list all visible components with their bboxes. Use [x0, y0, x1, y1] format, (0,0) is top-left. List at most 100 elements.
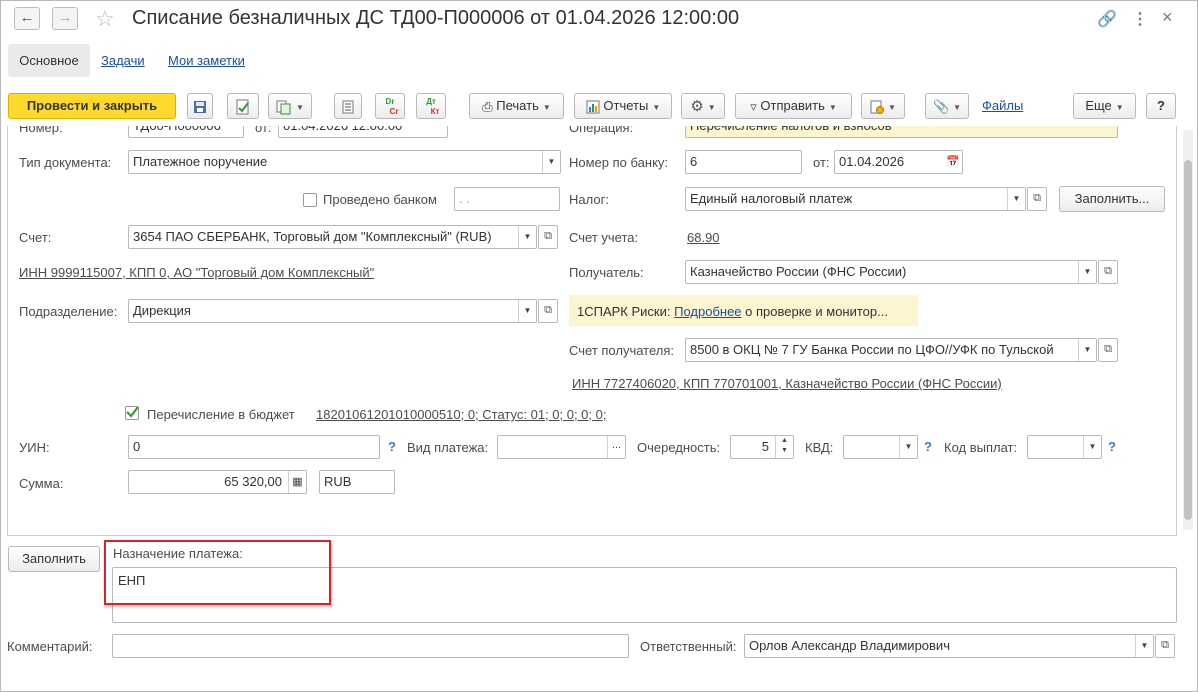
reports-button[interactable]: Отчеты ▼	[574, 93, 672, 119]
tax-value: Единый налоговый платеж	[690, 191, 853, 206]
attach-button[interactable]: 📎 ▼	[925, 93, 969, 119]
kvd-select[interactable]: ▼	[843, 435, 918, 459]
department-label: Подразделение:	[19, 304, 118, 319]
bank-number-label: Номер по банку:	[569, 155, 669, 170]
priority-stepper[interactable]: 5 ▲ ▼	[730, 435, 794, 459]
fill-purpose-button[interactable]: Заполнить	[8, 546, 100, 572]
dt-kt-button[interactable]: Dr Cr	[375, 93, 405, 119]
responsible-select[interactable]: Орлов Александр Владимирович ▼	[744, 634, 1154, 658]
post-and-close-button[interactable]: Провести и закрыть	[8, 93, 176, 119]
files-link[interactable]: Файлы	[982, 98, 1023, 113]
conducted-date-value: . .	[459, 191, 470, 206]
spark-suffix: о проверке и монитор...	[745, 304, 888, 319]
open-icon[interactable]: ⧉	[1027, 187, 1047, 211]
responsible-value: Орлов Александр Владимирович	[749, 638, 950, 653]
send-button[interactable]: ▿ Отправить ▼	[735, 93, 852, 119]
dropdown-arrow-icon[interactable]: ▼	[1135, 635, 1153, 657]
org-inn-link[interactable]: ИНН 9999115007, КПП 0, АО "Торговый дом …	[19, 265, 374, 281]
more-button[interactable]: Еще ▼	[1073, 93, 1136, 119]
doc-type-select[interactable]: Платежное поручение ▼	[128, 150, 561, 174]
post-document-icon	[236, 99, 249, 115]
forward-button[interactable]: →	[52, 7, 78, 30]
spark-details-link[interactable]: Подробнее	[674, 304, 741, 319]
fill-tax-button[interactable]: Заполнить...	[1059, 186, 1165, 212]
more-icon[interactable]: ⋮	[1132, 9, 1148, 29]
ellipsis-icon[interactable]: ...	[607, 436, 625, 458]
account-select[interactable]: 3654 ПАО СБЕРБАНК, Торговый дом "Комплек…	[128, 225, 537, 249]
accounting-label: Счет учета:	[569, 230, 639, 245]
conducted-checkbox[interactable]	[303, 193, 317, 207]
comment-input[interactable]	[112, 634, 629, 658]
scrollbar-thumb[interactable]	[1184, 160, 1192, 520]
tab-main[interactable]: Основное	[8, 44, 90, 77]
conducted-date-input[interactable]: . .	[454, 187, 560, 211]
back-button[interactable]: ←	[14, 7, 40, 30]
sum-label: Сумма:	[19, 476, 64, 491]
pay-code-help-icon[interactable]: ?	[1108, 439, 1116, 454]
open-icon[interactable]: ⧉	[538, 225, 558, 249]
pay-code-select[interactable]: ▼	[1027, 435, 1102, 459]
operation-select[interactable]: Перечисление налогов и взносов	[685, 126, 1118, 138]
kt-label: Кт	[430, 107, 440, 116]
dropdown-arrow-icon[interactable]: ▼	[1078, 339, 1096, 361]
calculator-icon[interactable]: ▦	[288, 471, 306, 493]
budget-details-link[interactable]: 18201061201010000510; 0; Статус: 01; 0; …	[316, 407, 606, 423]
dropdown-arrow-icon[interactable]: ▼	[518, 300, 536, 322]
favorite-star-icon[interactable]: ☆	[95, 6, 115, 32]
sum-input[interactable]: 65 320,00 ▦	[128, 470, 307, 494]
tax-select[interactable]: Единый налоговый платеж ▼	[685, 187, 1026, 211]
dropdown-arrow-icon[interactable]: ▼	[1083, 436, 1101, 458]
print-button[interactable]: ⎙ Печать ▼	[469, 93, 564, 119]
stepper-arrows-icon[interactable]: ▲ ▼	[775, 436, 793, 458]
recipient-select[interactable]: Казначейство России (ФНС России) ▼	[685, 260, 1097, 284]
dropdown-arrow-icon[interactable]: ▼	[542, 151, 560, 173]
recipient-account-select[interactable]: 8500 в ОКЦ № 7 ГУ Банка России по ЦФО//У…	[685, 338, 1097, 362]
uin-input[interactable]: 0	[128, 435, 380, 459]
post-button[interactable]	[227, 93, 259, 119]
doc-type-value: Платежное поручение	[133, 154, 268, 169]
settings-button[interactable]: ⚙ ▼	[681, 93, 725, 119]
recipient-account-label: Счет получателя:	[569, 343, 675, 358]
number-input[interactable]: ТД00-П000006	[128, 126, 244, 138]
open-icon[interactable]: ⧉	[1155, 634, 1175, 658]
task-button[interactable]: ▼	[861, 93, 905, 119]
priority-value: 5	[761, 439, 769, 454]
dropdown-arrow-icon[interactable]: ▼	[1078, 261, 1096, 283]
bank-number-input[interactable]: 6	[685, 150, 802, 174]
help-button[interactable]: ?	[1146, 93, 1176, 119]
open-icon[interactable]: ⧉	[1098, 260, 1118, 284]
open-icon[interactable]: ⧉	[538, 299, 558, 323]
link-icon[interactable]: 🔗	[1097, 9, 1117, 29]
dropdown-arrow-icon[interactable]: ▼	[1007, 188, 1025, 210]
window-title: Списание безналичных ДС ТД00-П000006 от …	[132, 7, 740, 29]
bank-date-input[interactable]: 01.04.2026 📅	[834, 150, 963, 174]
uin-value: 0	[133, 439, 141, 454]
department-select[interactable]: Дирекция ▼	[128, 299, 537, 323]
date-input[interactable]: 01.04.2026 12:00:00	[278, 126, 448, 138]
payment-kind-input[interactable]: ...	[497, 435, 626, 459]
close-icon[interactable]: ×	[1162, 7, 1173, 28]
uin-label: УИН:	[19, 440, 50, 455]
tab-notes[interactable]: Мои заметки	[168, 44, 245, 77]
dropdown-arrow-icon[interactable]: ▼	[518, 226, 536, 248]
create-based-on-button[interactable]: ▼	[268, 93, 312, 119]
budget-checkbox[interactable]	[125, 406, 139, 420]
form-area: Номер: ТД00-П000006 от: 01.04.2026 12:00…	[7, 126, 1177, 536]
recipient-inn-link[interactable]: ИНН 7727406020, КПП 770701001, Казначейс…	[572, 376, 1002, 392]
kvd-help-icon[interactable]: ?	[924, 439, 932, 454]
doc-type-label: Тип документа:	[19, 155, 112, 170]
operation-label: Операция:	[569, 126, 634, 135]
save-icon	[194, 100, 206, 113]
uin-help-icon[interactable]: ?	[388, 439, 396, 454]
tab-tasks[interactable]: Задачи	[101, 44, 145, 77]
dropdown-arrow-icon[interactable]: ▼	[899, 436, 917, 458]
journal-button[interactable]: Дт Кт	[416, 93, 446, 119]
calendar-icon[interactable]: 📅	[944, 151, 962, 173]
create-based-icon	[276, 100, 291, 115]
recipient-label: Получатель:	[569, 265, 644, 280]
save-button[interactable]	[187, 93, 213, 119]
scrollbar-track[interactable]	[1183, 130, 1193, 530]
list-button[interactable]	[334, 93, 362, 119]
open-icon[interactable]: ⧉	[1098, 338, 1118, 362]
accounting-value-link[interactable]: 68.90	[687, 230, 720, 246]
